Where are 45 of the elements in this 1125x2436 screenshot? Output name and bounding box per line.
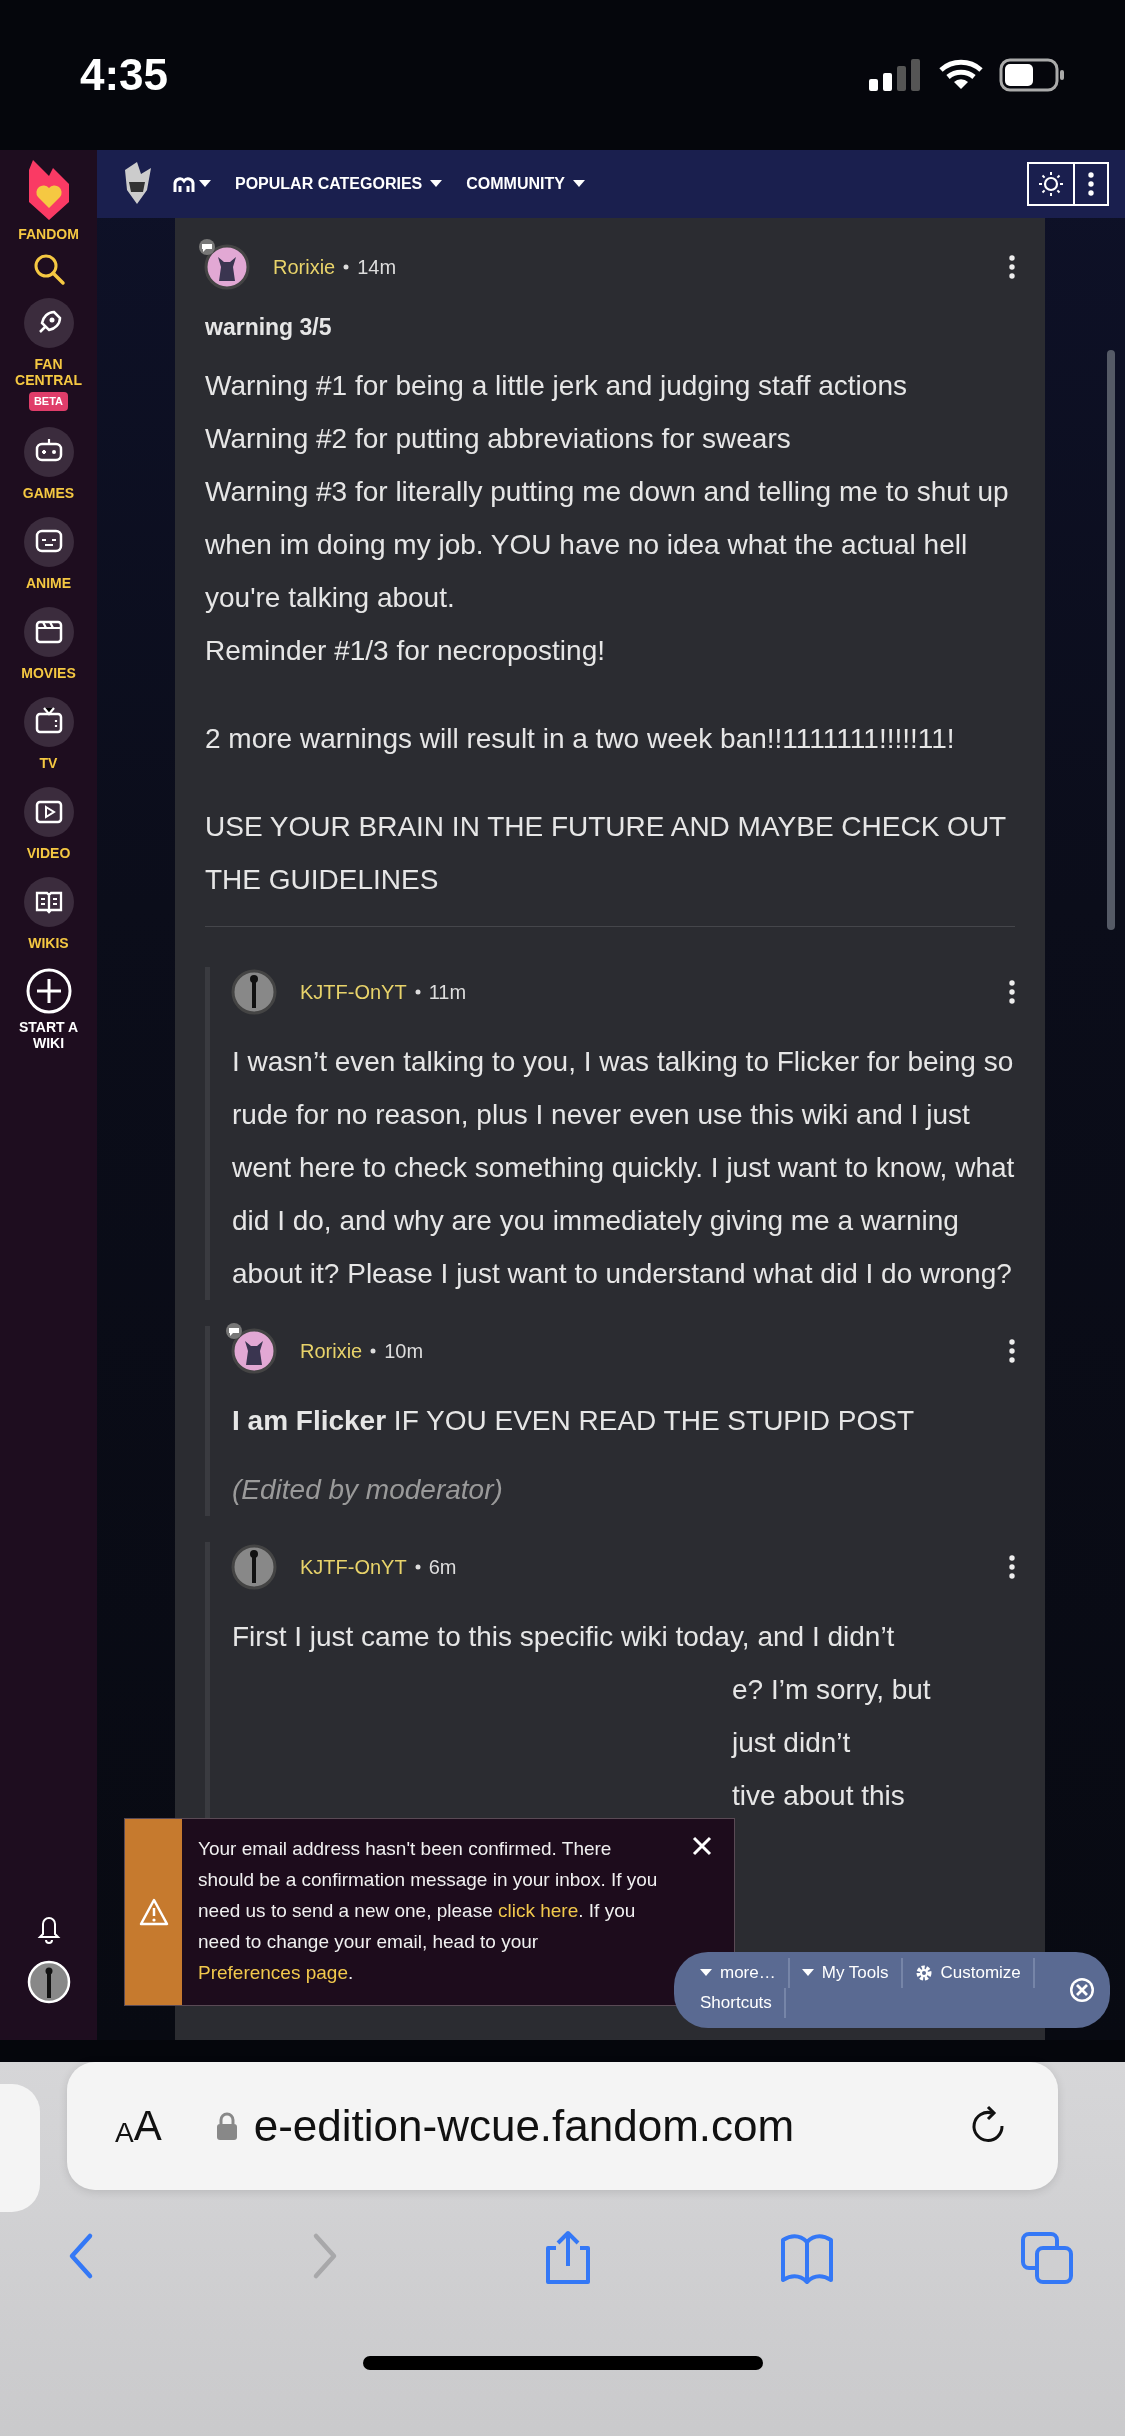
toolbar-item[interactable]: My Tools [789,1958,903,1988]
comment-time: 14m [357,255,397,280]
comment-text: First I just came to this specific wiki today, and I didn’t [232,1619,896,1654]
toolbar-item[interactable]: more… [688,1958,790,1988]
nav-menu[interactable]: POPULAR CATEGORIES [235,172,443,196]
toolbar-item[interactable]: Shortcuts [688,1988,786,2018]
sidebar-item[interactable]: TV [39,754,58,771]
comment-text: Warning #2 for putting abbreviations for swears [205,421,792,456]
comment-time: 11m [428,979,467,1005]
reader-button[interactable]: AA [115,2105,162,2147]
address-bar[interactable]: AA e-edition-wcue.fandom.com [67,2062,1058,2190]
author-link[interactable]: KJTF-OnYT [300,976,407,1007]
sidebar-item[interactable]: START A WIKI [8,1018,89,1051]
comment-text: tive about this [731,1778,906,1813]
brand-label: FANDOM [18,226,79,242]
author-link[interactable]: Rorixie [273,252,336,282]
notification-text: Your email address hasn't been confirmed. There should be a confirmation message in your inbox. If you need us to send a new one, please click here. If you need to change your email, head to your Preferences page. [198,1837,659,1985]
comment-text: Warning #3 for literally putting me down and telling me to shut up when im doing my job. YOU have no idea what the actual hell you're talking about. [205,474,1010,615]
comment-text: e? I’m sorry, but [731,1672,932,1707]
toolbar-item[interactable]: Customize [902,1958,1035,1988]
url-text: e-edition-wcue.fandom.com [253,2100,795,2152]
comment-text: I am Flicker IF YOU EVEN READ THE STUPID POST [232,1403,916,1438]
status-time: 4:35 [80,49,169,101]
notification-link[interactable]: click here [498,1900,579,1921]
edit-note: (Edited by moderator) [232,1472,504,1507]
comment-text: Warning #1 for being a little jerk and judging staff actions [205,368,908,403]
sidebar-item[interactable]: GAMES [22,484,75,501]
sidebar-item[interactable]: MOVIES [21,664,76,681]
sidebar-item[interactable]: WIKIS [28,934,69,951]
comment-title: warning 3/5 [205,313,333,342]
author-link[interactable]: KJTF-OnYT [300,1551,407,1582]
comment-text: USE YOUR BRAIN IN THE FUTURE AND MAYBE CHECK OUT THE GUIDELINES [205,809,1007,897]
comment-text: 2 more warnings will result in a two week ban!!1111111!!!!!11! [205,721,956,756]
comment-time: 10m [384,1338,424,1364]
notification-link[interactable]: Preferences page [198,1962,348,1983]
comment-text: just didn’t [730,1725,852,1760]
comment-time: 6m [428,1554,457,1580]
comment-text: I wasn’t even talking to you, I was talking to Flicker for being so rude for no reason, plus I never even use this wiki and I just went here to check something quickly. I just want to know, what did I do, and why are you immediately giving me a warning about it? Please I just want to understand what did I do wrong? [232,1044,1015,1291]
nav-menu[interactable]: COMMUNITY [466,172,585,196]
sidebar-item[interactable]: VIDEO [26,844,71,861]
sidebar-item[interactable]: FAN CENTRAL [8,356,89,388]
beta-badge: BETA [28,392,69,411]
author-link[interactable]: Rorixie [300,1335,363,1366]
sidebar-item[interactable]: ANIME [25,574,72,591]
comment-text: Reminder #1/3 for necroposting! [205,633,606,668]
